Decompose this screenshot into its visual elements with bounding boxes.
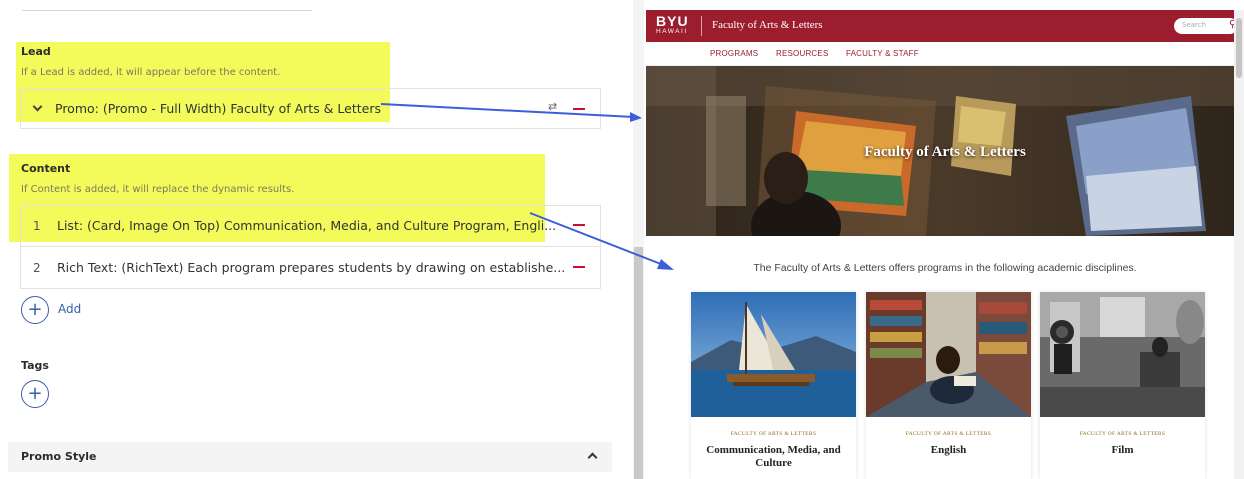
- card-eyebrow: FACULTY OF ARTS & LETTERS: [1079, 431, 1166, 437]
- content-row-divider: [20, 246, 601, 247]
- site-title[interactable]: Faculty of Arts & Letters: [712, 19, 823, 31]
- film-set-image: [1040, 292, 1205, 417]
- swap-icon[interactable]: ⇄: [548, 100, 557, 113]
- nav-programs[interactable]: PROGRAMS: [710, 49, 758, 58]
- search-placeholder: Search: [1182, 21, 1207, 29]
- promo-style-label: Promo Style: [21, 450, 97, 463]
- intro-text: The Faculty of Arts & Letters offers pro…: [753, 262, 1137, 274]
- content-item-row[interactable]: 2 Rich Text: (RichText) Each program pre…: [33, 260, 565, 275]
- card-eyebrow: FACULTY OF ARTS & LETTERS: [730, 431, 817, 437]
- chevron-down-icon[interactable]: [32, 101, 43, 112]
- website-preview: BYU HAWAII Faculty of Arts & Letters Sea…: [646, 0, 1244, 479]
- content-item-row[interactable]: 1 List: (Card, Image On Top) Communicati…: [33, 218, 556, 233]
- content-item-number: 1: [33, 218, 41, 233]
- hero-banner: Faculty of Arts & Letters: [646, 66, 1244, 236]
- remove-item-icon[interactable]: [573, 224, 585, 226]
- site-subnav: PROGRAMS RESOURCES FACULTY & STAFF: [646, 42, 1244, 66]
- byu-hawaii-logo[interactable]: BYU HAWAII: [656, 14, 689, 36]
- lead-heading: Lead: [21, 45, 51, 58]
- site-header: BYU HAWAII Faculty of Arts & Letters Sea…: [646, 10, 1244, 42]
- content-item-label: Rich Text: (RichText) Each program prepa…: [57, 260, 566, 275]
- content-description: If Content is added, it will replace the…: [21, 184, 295, 195]
- card-title[interactable]: Film: [1048, 444, 1197, 457]
- tags-heading: Tags: [21, 359, 49, 372]
- program-card-communication[interactable]: FACULTY OF ARTS & LETTERS Communication,…: [691, 292, 856, 479]
- voyaging-canoe-image: [691, 292, 856, 417]
- add-tag-button[interactable]: +: [21, 380, 49, 408]
- lead-description: If a Lead is added, it will appear befor…: [21, 67, 281, 78]
- nav-faculty-staff[interactable]: FACULTY & STAFF: [846, 49, 919, 58]
- remove-lead-icon[interactable]: [573, 108, 585, 110]
- remove-item-icon[interactable]: [573, 266, 585, 268]
- site-search-input[interactable]: Search ⚲: [1174, 18, 1238, 34]
- hero-title: Faculty of Arts & Letters: [864, 144, 1026, 160]
- content-item-label: List: (Card, Image On Top) Communication…: [57, 218, 557, 233]
- chevron-up-icon[interactable]: [587, 452, 598, 463]
- lead-item-row[interactable]: Promo: (Promo - Full Width) Faculty of A…: [28, 101, 381, 116]
- content-item-number: 2: [33, 260, 41, 275]
- card-title[interactable]: English: [874, 444, 1023, 457]
- program-card-film[interactable]: FACULTY OF ARTS & LETTERS Film: [1040, 292, 1205, 479]
- card-eyebrow: FACULTY OF ARTS & LETTERS: [905, 431, 992, 437]
- logo-divider: [701, 16, 702, 36]
- preview-scrollbar-thumb[interactable]: [1236, 18, 1242, 78]
- preview-scrollbar[interactable]: [1234, 10, 1244, 479]
- content-heading: Content: [21, 162, 71, 175]
- nav-resources[interactable]: RESOURCES: [776, 49, 828, 58]
- promo-style-section[interactable]: Promo Style: [8, 442, 612, 472]
- add-content-button[interactable]: +: [21, 296, 49, 324]
- library-reading-image: [866, 292, 1031, 417]
- lead-item-label: Promo: (Promo - Full Width) Faculty of A…: [55, 101, 381, 116]
- add-content-label[interactable]: Add: [58, 302, 81, 316]
- section-divider: [22, 10, 312, 11]
- editor-scrollbar-thumb[interactable]: [634, 247, 643, 479]
- card-title[interactable]: Communication, Media, and Culture: [699, 444, 848, 470]
- program-card-english[interactable]: FACULTY OF ARTS & LETTERS English: [866, 292, 1031, 479]
